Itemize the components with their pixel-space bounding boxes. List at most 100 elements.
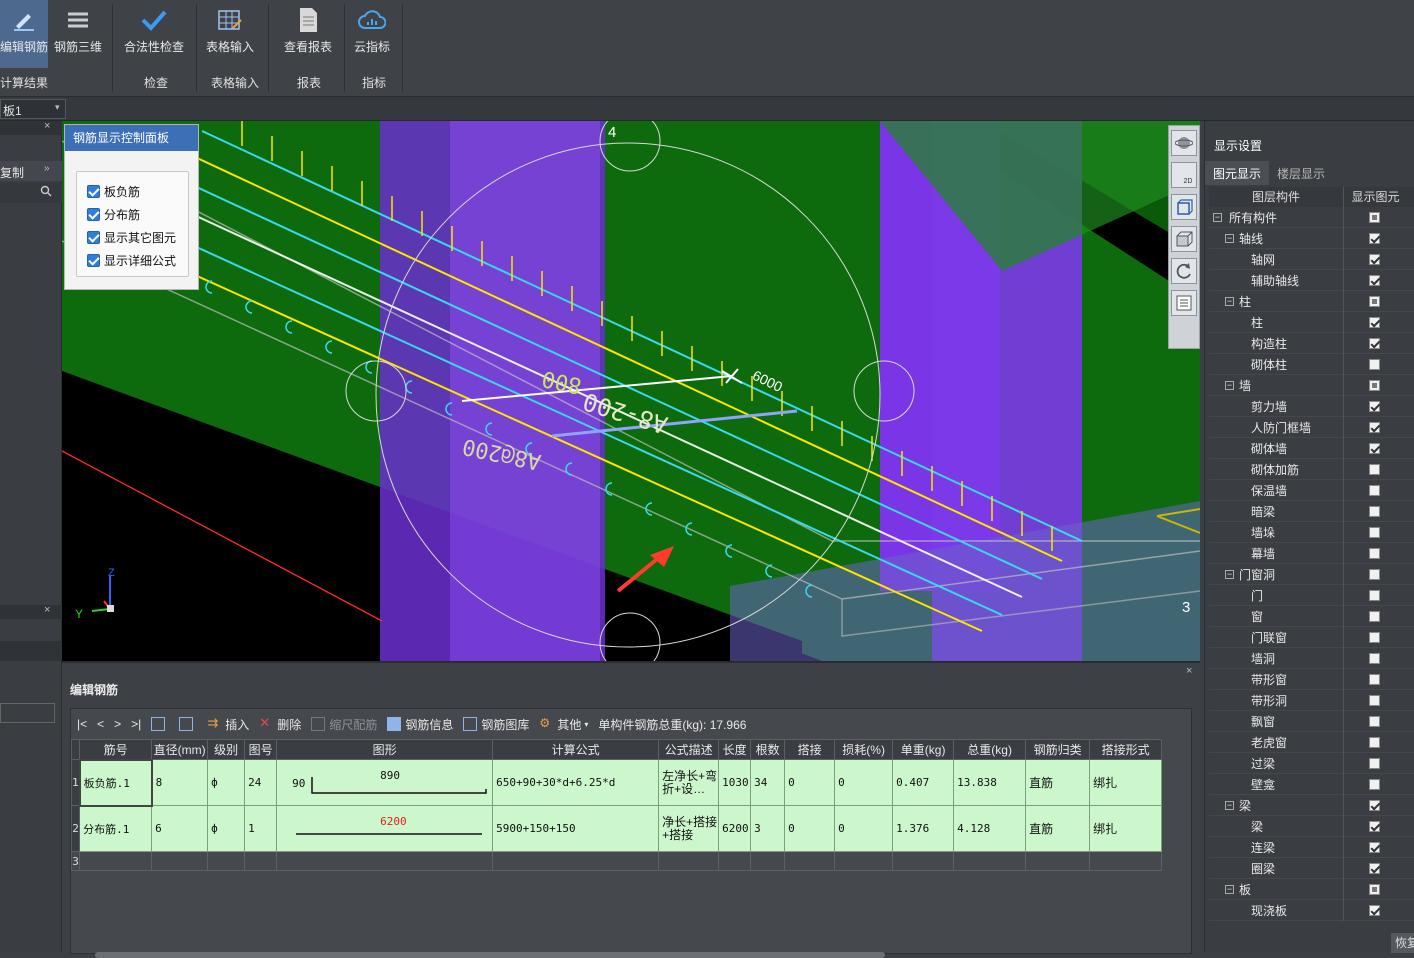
cell-lap[interactable]: 0 (784, 805, 836, 852)
cell-grade[interactable]: ф (207, 805, 246, 852)
layer-visible-checkbox[interactable] (1369, 274, 1380, 286)
close-icon[interactable]: × (44, 604, 50, 616)
edit-rebar-button[interactable]: 编辑钢筋 (0, 0, 48, 68)
cell-total-weight[interactable]: 4.128 (953, 805, 1027, 852)
collapse-icon[interactable]: − (1225, 380, 1234, 390)
layer-item[interactable]: 墙垛 (1209, 522, 1414, 543)
box-icon[interactable] (1171, 226, 1197, 252)
col-header[interactable]: 计算公式 (492, 739, 660, 760)
layer-visible-checkbox[interactable] (1369, 232, 1380, 244)
layer-visible-checkbox[interactable] (1369, 610, 1380, 622)
col-header[interactable]: 根数 (750, 739, 786, 760)
insert-button[interactable]: ⇉ 插入 (207, 716, 249, 733)
close-icon[interactable]: × (1186, 665, 1192, 677)
cell-grade[interactable]: ф (207, 759, 246, 806)
layer-visible-checkbox[interactable] (1369, 757, 1380, 769)
layer-visible-checkbox[interactable] (1369, 799, 1380, 811)
col-header[interactable]: 图形 (276, 739, 494, 760)
checkbox-show-other-elements[interactable]: 显示其它图元 (87, 226, 188, 249)
layer-visible-checkbox[interactable] (1369, 358, 1380, 370)
collapse-icon[interactable]: − (1225, 296, 1234, 306)
layer-visible-checkbox[interactable] (1369, 589, 1380, 601)
layer-item[interactable]: 人防门框墙 (1209, 417, 1414, 438)
cell-unit-weight[interactable]: 0.407 (892, 759, 955, 806)
layer-item[interactable]: 带形窗 (1209, 669, 1414, 690)
nav-last-button[interactable]: >| (131, 717, 141, 731)
cell-desc[interactable]: 净长+搭接+搭接 (658, 805, 720, 852)
layer-item[interactable]: 砌体柱 (1209, 354, 1414, 375)
cell-count[interactable]: 34 (750, 759, 786, 806)
table-input-button[interactable]: 表格输入 (200, 0, 260, 68)
cell-diameter[interactable]: 6 (151, 805, 209, 852)
layer-item[interactable]: 幕墙 (1209, 543, 1414, 564)
checkbox-show-detail-formula[interactable]: 显示详细公式 (87, 249, 188, 272)
other-menu-button[interactable]: ⚙ 其他 ▾ (539, 716, 588, 733)
layer-visible-checkbox[interactable] (1369, 400, 1380, 412)
layer-visible-checkbox[interactable] (1369, 484, 1380, 496)
col-header[interactable]: 级别 (207, 739, 246, 760)
layer-item[interactable]: 砌体墙 (1209, 438, 1414, 459)
cloud-index-button[interactable]: 云指标 (348, 0, 396, 68)
layer-item[interactable]: 墙洞 (1209, 648, 1414, 669)
layer-visible-checkbox[interactable] (1369, 778, 1380, 790)
layer-visible-checkbox[interactable] (1369, 862, 1380, 874)
layer-visible-checkbox[interactable] (1369, 211, 1380, 223)
validity-check-button[interactable]: 合法性检查 (118, 0, 190, 68)
cell-desc[interactable]: 左净长+弯折+设… (658, 759, 720, 806)
layer-item[interactable]: 门联窗 (1209, 627, 1414, 648)
layer-item[interactable]: 带形洞 (1209, 690, 1414, 711)
layer-item[interactable]: 连梁 (1209, 837, 1414, 858)
cell-length[interactable]: 6200 (718, 805, 752, 852)
layer-item[interactable]: 过梁 (1209, 753, 1414, 774)
cell-formula[interactable]: 5900+150+150 (492, 805, 660, 852)
cell-unit-weight[interactable]: 1.376 (892, 805, 955, 852)
cell-loss[interactable]: 0 (834, 759, 894, 806)
cell-name[interactable]: 分布筋.1 (79, 805, 153, 852)
checkbox-distribution-rebar[interactable]: 分布筋 (87, 203, 188, 226)
layer-item[interactable]: 砌体加筋 (1209, 459, 1414, 480)
layer-item[interactable]: − 梁 (1209, 795, 1414, 816)
rebar-3d-button[interactable]: 钢筋三维 (50, 0, 106, 68)
cell-count[interactable]: 3 (750, 805, 786, 852)
table-row[interactable]: 1 板负筋.1 8 ф 24 90 890 650+90+30*d+6.25*d… (70, 758, 1163, 807)
floor-combo[interactable]: 板1 ▾ (0, 99, 66, 119)
layer-item[interactable]: 剪力墙 (1209, 396, 1414, 417)
layer-visible-checkbox[interactable] (1369, 841, 1380, 853)
checkbox-slab-neg-rebar[interactable]: 板负筋 (87, 180, 188, 203)
layer-visible-checkbox[interactable] (1369, 904, 1380, 916)
table-row[interactable]: 2 分布筋.1 6 ф 1 6200 5900+150+150 净长+搭接+搭接… (70, 805, 1163, 852)
layer-visible-checkbox[interactable] (1369, 652, 1380, 664)
collapse-icon[interactable]: − (1213, 212, 1222, 222)
layer-item[interactable]: − 所有构件 (1209, 207, 1414, 228)
cell-loss[interactable]: 0 (834, 805, 894, 852)
layer-visible-checkbox[interactable] (1369, 253, 1380, 265)
view-2d-icon[interactable]: 2D (1171, 162, 1197, 188)
view-report-button[interactable]: 查看报表 (276, 0, 340, 68)
layer-visible-checkbox[interactable] (1369, 673, 1380, 685)
view-cube-icon[interactable] (1171, 194, 1197, 220)
layer-item[interactable]: − 板 (1209, 879, 1414, 900)
layers-icon[interactable] (1171, 290, 1197, 316)
layer-item[interactable]: 飘窗 (1209, 711, 1414, 732)
layer-visible-checkbox[interactable] (1369, 568, 1380, 580)
layer-item[interactable]: 老虎窗 (1209, 732, 1414, 753)
collapse-icon[interactable]: − (1225, 800, 1234, 810)
move-up-button[interactable] (151, 717, 169, 731)
col-header[interactable]: 公式描述 (658, 739, 720, 760)
cell-formula[interactable]: 650+90+30*d+6.25*d (492, 759, 660, 806)
layer-visible-checkbox[interactable] (1369, 421, 1380, 433)
nav-prev-button[interactable]: < (97, 717, 104, 731)
layer-item[interactable]: 圈梁 (1209, 858, 1414, 879)
layer-item[interactable]: 窗 (1209, 606, 1414, 627)
col-header[interactable]: 筋号 (79, 739, 153, 760)
layer-visible-checkbox[interactable] (1369, 463, 1380, 475)
scale-rebar-button[interactable]: 缩尺配筋 (311, 716, 377, 733)
collapse-icon[interactable]: − (1225, 233, 1234, 243)
col-header[interactable]: 搭接 (784, 739, 836, 760)
cell-shape[interactable]: 6200 (276, 805, 494, 852)
restore-button[interactable]: 恢复 (1391, 933, 1414, 953)
layer-item[interactable]: − 轴线 (1209, 228, 1414, 249)
nav-next-button[interactable]: > (114, 717, 121, 731)
move-down-button[interactable] (179, 717, 197, 731)
layer-item[interactable]: 保温墙 (1209, 480, 1414, 501)
